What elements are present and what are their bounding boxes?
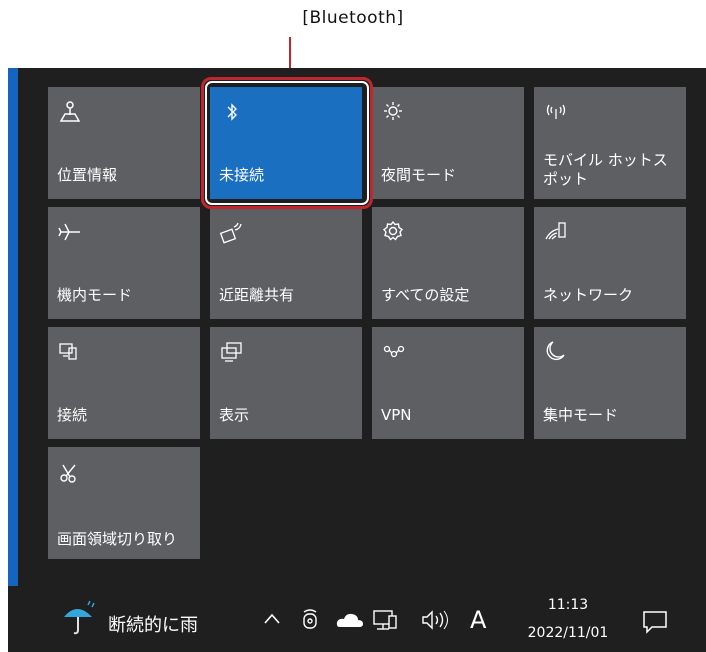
tile-vpn[interactable]: VPN (372, 327, 524, 439)
tile-mobile-hotspot[interactable]: モバイル ホットスポット (534, 87, 686, 199)
clock-time[interactable]: 11:13 (520, 597, 616, 613)
tile-project[interactable]: 表示 (210, 327, 362, 439)
notification-center-icon[interactable] (642, 610, 668, 634)
network-wired-icon[interactable] (372, 608, 398, 632)
nearby-share-icon (219, 219, 245, 245)
volume-icon[interactable] (420, 609, 450, 631)
network-icon (543, 219, 569, 245)
tile-label: 画面領域切り取り (57, 530, 178, 548)
tile-airplane-mode[interactable]: 機内モード (48, 207, 200, 319)
snip-icon (57, 459, 83, 485)
tile-label: すべての設定 (381, 286, 470, 304)
tile-nearby-share[interactable]: 近距離共有 (210, 207, 362, 319)
connect-icon (57, 339, 83, 365)
panel-accent-bar (8, 68, 18, 586)
tile-connect[interactable]: 接続 (48, 327, 200, 439)
clock-date[interactable]: 2022/11/01 (508, 625, 628, 641)
ime-mode-indicator[interactable]: A (470, 606, 486, 634)
tile-screen-snip[interactable]: 画面領域切り取り (48, 447, 200, 559)
chevron-up-icon[interactable] (262, 612, 282, 626)
bluetooth-callout-label: [Bluetooth] (302, 8, 404, 28)
tile-location[interactable]: 位置情報 (48, 87, 200, 199)
tile-label: ネットワーク (543, 286, 634, 304)
tile-label: 接続 (57, 406, 88, 424)
focus-moon-icon (543, 339, 569, 365)
tile-label: 近距離共有 (219, 286, 295, 304)
meet-now-icon[interactable] (300, 606, 320, 632)
weather-rain-icon[interactable] (60, 597, 98, 637)
project-icon (219, 339, 245, 365)
tile-label: モバイル ホットスポット (543, 151, 668, 188)
tile-label: 夜間モード (381, 166, 457, 184)
tile-network[interactable]: ネットワーク (534, 207, 686, 319)
tile-label: 集中モード (543, 406, 619, 424)
vpn-icon (381, 339, 407, 365)
tile-label: 位置情報 (57, 166, 118, 184)
onedrive-cloud-icon[interactable] (336, 610, 364, 630)
gear-icon (381, 219, 407, 245)
weather-text[interactable]: 断続的に雨 (108, 611, 198, 637)
tile-night-light[interactable]: 夜間モード (372, 87, 524, 199)
tile-focus-assist[interactable]: 集中モード (534, 327, 686, 439)
tile-all-settings[interactable]: すべての設定 (372, 207, 524, 319)
tile-label: VPN (381, 406, 412, 424)
tile-label: 表示 (219, 406, 250, 424)
night-light-icon (381, 99, 407, 125)
location-icon (57, 99, 83, 125)
mobile-hotspot-icon (543, 99, 569, 125)
airplane-icon (57, 219, 83, 245)
tile-label: 機内モード (57, 286, 133, 304)
bluetooth-highlight-inner (205, 81, 369, 205)
